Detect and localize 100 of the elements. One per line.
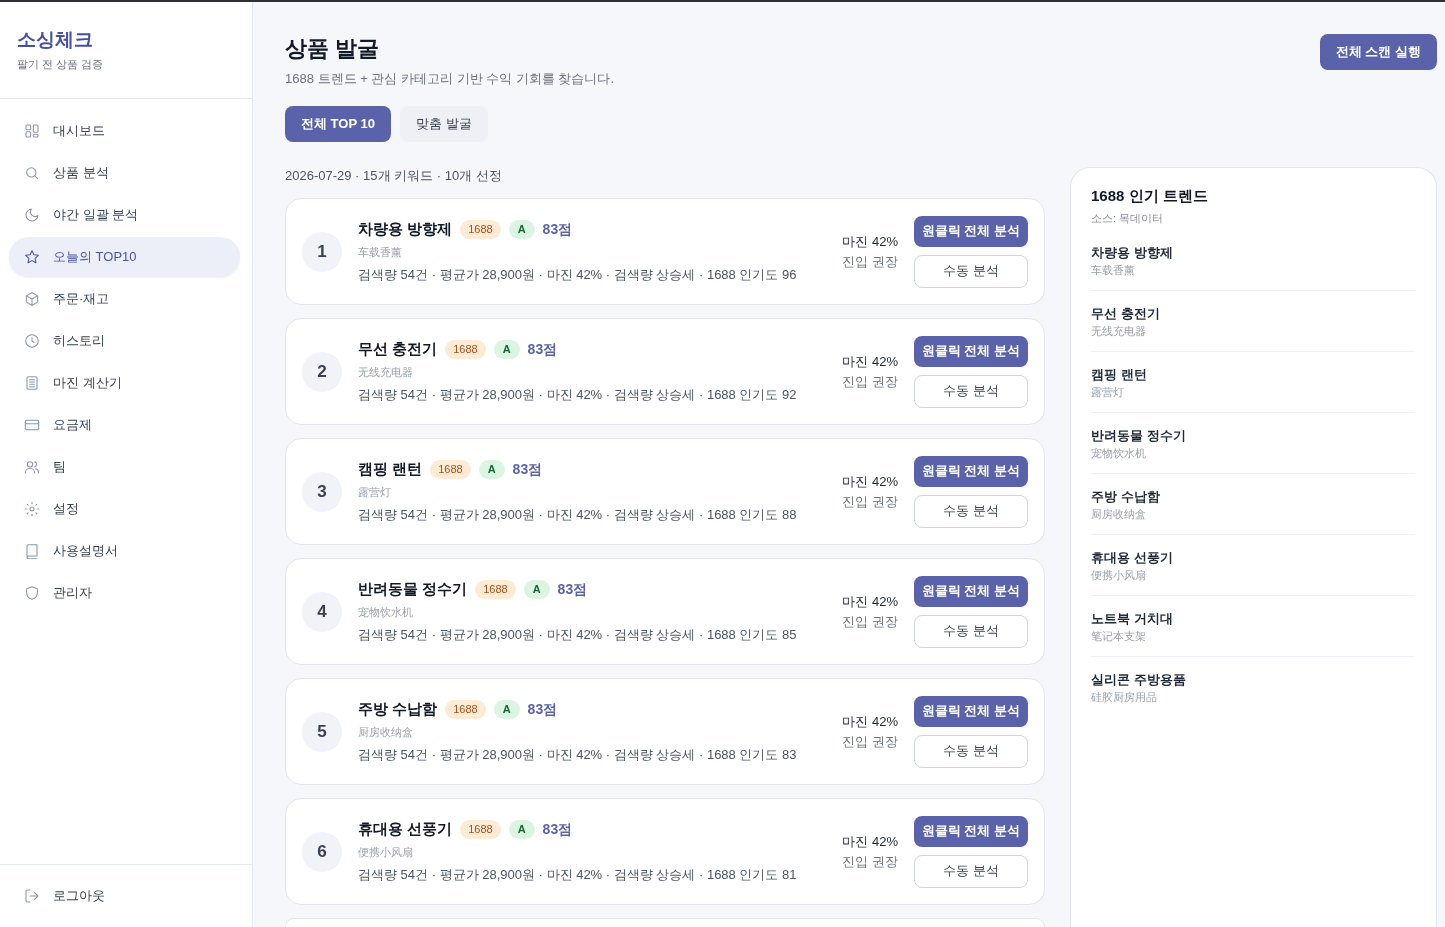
manual-analysis-button[interactable]: 수동 분석 <box>914 254 1028 288</box>
rank-badge: 6 <box>302 831 342 872</box>
verdict-text: 진입 권장 <box>842 372 898 391</box>
users-icon <box>24 459 40 475</box>
shield-icon <box>24 585 40 601</box>
full-analysis-button[interactable]: 원클릭 전체 분석 <box>914 815 1028 847</box>
trend-chinese-name: 便携小风扇 <box>1091 568 1147 583</box>
verdict-text: 진입 권장 <box>842 252 898 271</box>
manual-analysis-button[interactable]: 수동 분석 <box>914 494 1028 528</box>
grade-badge: A <box>478 460 505 479</box>
score-text: 83점 <box>527 340 558 359</box>
chinese-name: 无线充电器 <box>358 364 414 380</box>
margin-text: 마진 42% <box>842 832 898 851</box>
document-icon <box>24 375 40 391</box>
nav-item[interactable]: 히스토리 <box>9 321 240 361</box>
score-text: 83점 <box>527 700 558 719</box>
tab[interactable]: 맞춤 발굴 <box>399 106 488 142</box>
product-name: 무선 충전기 <box>358 340 438 359</box>
product-name: 반려동물 정수기 <box>358 580 468 599</box>
chinese-name: 宠物饮水机 <box>358 604 414 620</box>
logout-icon <box>24 888 40 904</box>
stats-text: 검색량 54건 · 평균가 28,900원 · 마진 42% · 검색량 상승세 · 1688 인기도 88 <box>358 505 798 524</box>
full-analysis-button[interactable]: 원클릭 전체 분석 <box>914 695 1028 727</box>
source-tag: 1688 <box>445 340 486 359</box>
clock-icon <box>24 333 40 349</box>
product-name: 차량용 방향제 <box>358 220 453 239</box>
manual-analysis-button[interactable]: 수동 분석 <box>914 614 1028 648</box>
trend-name: 반려동물 정수기 <box>1091 427 1187 445</box>
rank-badge: 1 <box>302 231 342 272</box>
verdict-text: 진입 권장 <box>842 492 898 511</box>
trend-chinese-name: 无线充电器 <box>1091 324 1147 339</box>
manual-analysis-button[interactable]: 수동 분석 <box>914 374 1028 408</box>
scan-button[interactable]: 전체 스캔 실행 <box>1319 34 1437 70</box>
grade-badge: A <box>493 340 520 359</box>
cube-icon <box>24 291 40 307</box>
chinese-name: 便携小风扇 <box>358 844 414 860</box>
score-text: 83점 <box>557 580 588 599</box>
full-analysis-button[interactable]: 원클릭 전체 분석 <box>914 575 1028 607</box>
search-icon <box>24 165 40 181</box>
product-name: 휴대용 선풍기 <box>358 820 453 839</box>
manual-analysis-button[interactable]: 수동 분석 <box>914 854 1028 888</box>
trend-chinese-name: 露营灯 <box>1091 385 1125 400</box>
nav-item[interactable]: 주문·재고 <box>9 279 240 319</box>
nav-item[interactable]: 관리자 <box>9 573 240 613</box>
nav-item[interactable]: 야간 일괄 분석 <box>9 195 240 235</box>
stats-text: 검색량 54건 · 평균가 28,900원 · 마진 42% · 검색량 상승세 · 1688 인기도 81 <box>358 865 798 884</box>
star-icon <box>24 249 40 265</box>
product-name: 주방 수납함 <box>358 700 438 719</box>
verdict-text: 진입 권장 <box>842 612 898 631</box>
grid-icon <box>24 123 40 139</box>
trend-chinese-name: 笔记本支架 <box>1091 629 1147 644</box>
rank-badge: 5 <box>302 711 342 752</box>
tab[interactable]: 전체 TOP 10 <box>285 106 391 142</box>
source-tag: 1688 <box>460 220 501 239</box>
moon-icon <box>24 207 40 223</box>
full-analysis-button[interactable]: 원클릭 전체 분석 <box>914 215 1028 247</box>
verdict-text: 진입 권장 <box>842 852 898 871</box>
page-title: 상품 발굴 <box>285 35 381 63</box>
grade-badge: A <box>508 820 535 839</box>
trend-name: 휴대용 선풍기 <box>1091 549 1174 567</box>
grade-badge: A <box>493 700 520 719</box>
logout-item[interactable]: 로그아웃 <box>9 876 240 916</box>
trend-name: 노트북 거치대 <box>1091 610 1174 628</box>
nav-item[interactable]: 사용설명서 <box>9 531 240 571</box>
nav-item[interactable]: 팀 <box>9 447 240 487</box>
rank-badge: 4 <box>302 591 342 632</box>
margin-text: 마진 42% <box>842 712 898 731</box>
trend-name: 무선 충전기 <box>1091 305 1161 323</box>
score-text: 83점 <box>542 820 573 839</box>
trend-chinese-name: 硅胶厨房用品 <box>1091 690 1158 705</box>
chinese-name: 露营灯 <box>358 484 392 500</box>
rank-badge: 2 <box>302 351 342 392</box>
nav-item[interactable]: 설정 <box>9 489 240 529</box>
summary-text: 2026-07-29 · 15개 키워드 · 10개 선정 <box>285 167 503 185</box>
margin-text: 마진 42% <box>842 352 898 371</box>
score-text: 83점 <box>512 460 543 479</box>
trend-chinese-name: 宠物饮水机 <box>1091 446 1147 461</box>
stats-text: 검색량 54건 · 평균가 28,900원 · 마진 42% · 검색량 상승세 · 1688 인기도 85 <box>358 625 798 644</box>
nav-item[interactable]: 요금제 <box>9 405 240 445</box>
stats-text: 검색량 54건 · 평균가 28,900원 · 마진 42% · 검색량 상승세 · 1688 인기도 92 <box>358 385 798 404</box>
credit-card-icon <box>24 417 40 433</box>
source-tag: 1688 <box>460 820 501 839</box>
nav-item[interactable]: 상품 분석 <box>9 153 240 193</box>
trend-name: 캠핑 랜턴 <box>1091 366 1148 384</box>
trend-name: 차량용 방향제 <box>1091 244 1174 262</box>
panel-title: 1688 인기 트렌드 <box>1091 186 1209 206</box>
chinese-name: 车载香薰 <box>358 244 403 260</box>
nav-item[interactable]: 오늘의 TOP10 <box>9 237 240 277</box>
nav-item[interactable]: 대시보드 <box>9 111 240 151</box>
stats-text: 검색량 54건 · 평균가 28,900원 · 마진 42% · 검색량 상승세 · 1688 인기도 83 <box>358 745 798 764</box>
source-tag: 1688 <box>445 700 486 719</box>
full-analysis-button[interactable]: 원클릭 전체 분석 <box>914 335 1028 367</box>
full-analysis-button[interactable]: 원클릭 전체 분석 <box>914 455 1028 487</box>
nav-item[interactable]: 마진 계산기 <box>9 363 240 403</box>
rank-badge: 3 <box>302 471 342 512</box>
trend-name: 주방 수납함 <box>1091 488 1161 506</box>
tagline-text: 팔기 전 상품 검증 <box>17 57 105 72</box>
verdict-text: 진입 권장 <box>842 732 898 751</box>
manual-analysis-button[interactable]: 수동 분석 <box>914 734 1028 768</box>
stats-text: 검색량 54건 · 평균가 28,900원 · 마진 42% · 검색량 상승세 · 1688 인기도 96 <box>358 265 798 284</box>
